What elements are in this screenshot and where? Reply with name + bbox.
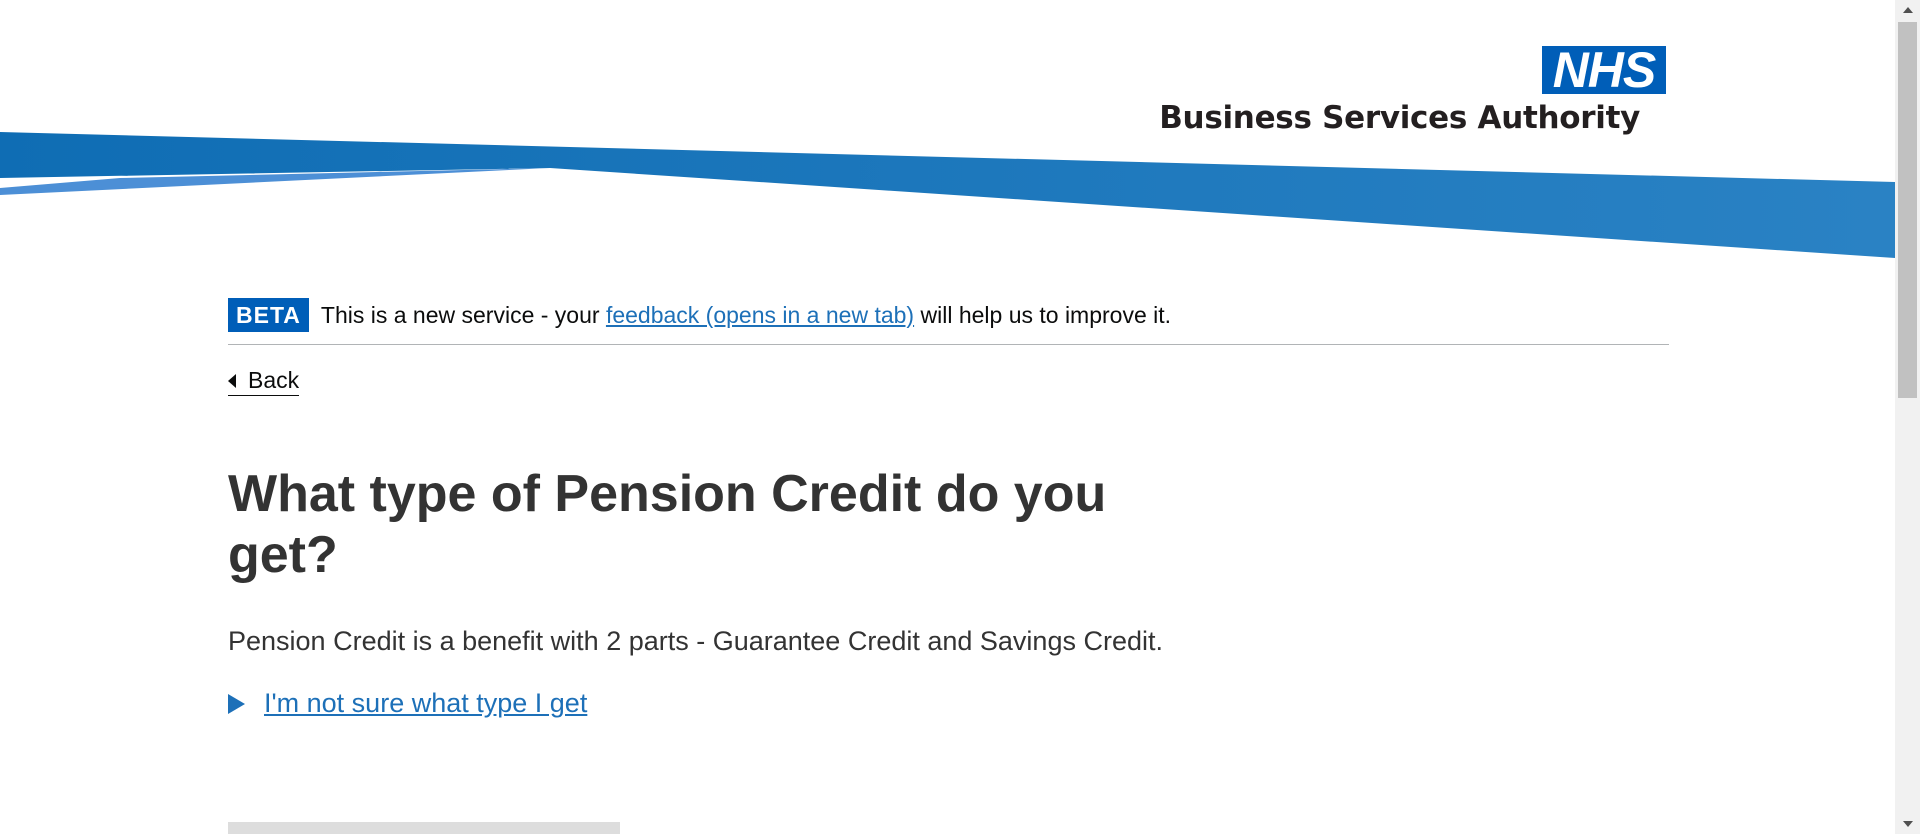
main-container: BETA This is a new service - your feedba… <box>228 298 1669 719</box>
nhs-logo[interactable]: NHS <box>1542 42 1666 98</box>
details-summary-label: I'm not sure what type I get <box>264 688 588 718</box>
scroll-up-arrow-icon <box>1902 7 1913 13</box>
org-name: Business Services Authority <box>1159 100 1640 136</box>
phase-text-before: This is a new service - your <box>320 301 606 328</box>
vertical-scrollbar[interactable] <box>1895 0 1920 834</box>
phase-text-after: will help us to improve it. <box>914 301 1172 328</box>
triangle-right-icon <box>228 693 245 714</box>
partially-visible-element <box>228 822 620 834</box>
feedback-link[interactable]: feedback (opens in a new tab) <box>606 302 914 328</box>
back-link[interactable]: Back <box>228 367 300 396</box>
scroll-up-button[interactable] <box>1895 0 1920 20</box>
phase-banner-text: This is a new service - your feedback (o… <box>321 302 1171 329</box>
nhs-logo-text: NHS <box>1552 42 1657 98</box>
swoosh-main-band <box>0 132 1895 258</box>
scroll-down-arrow-icon <box>1902 821 1913 827</box>
site-header: NHS Business Services Authority <box>0 0 1895 270</box>
lead-paragraph: Pension Credit is a benefit with 2 parts… <box>228 626 1163 656</box>
phase-tag: BETA <box>228 298 309 332</box>
page-viewport: NHS Business Services Authority BETA Thi… <box>0 0 1920 834</box>
page-title: What type of Pension Credit do you get? <box>228 465 1107 584</box>
phase-banner: BETA This is a new service - your feedba… <box>228 298 1669 345</box>
chevron-left-icon <box>228 373 236 388</box>
details-summary[interactable]: I'm not sure what type I get <box>228 688 1669 719</box>
scroll-down-button[interactable] <box>1895 814 1920 834</box>
scroll-thumb[interactable] <box>1898 22 1917 398</box>
back-link-label: Back <box>248 367 300 393</box>
